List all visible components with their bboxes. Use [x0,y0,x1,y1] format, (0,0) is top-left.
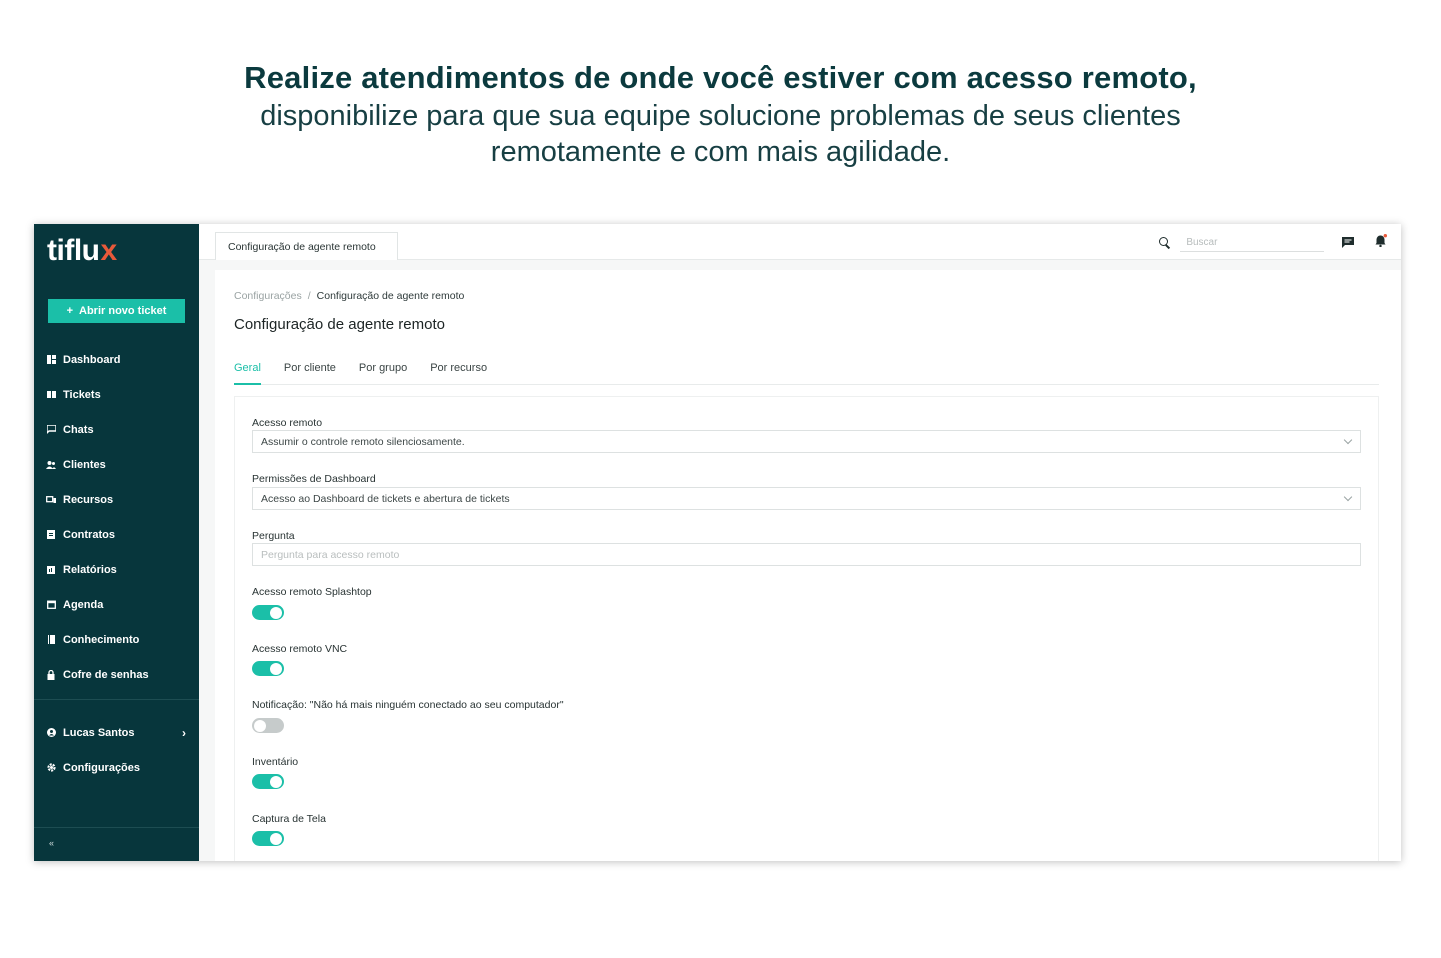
search-input[interactable] [1180,233,1324,252]
tickets-icon [46,390,56,400]
sidebar-item-label: Conhecimento [63,633,140,646]
sidebar-item-contratos[interactable]: Contratos [34,517,199,552]
toggle-knob [270,832,282,845]
sidebar-item-chats[interactable]: Chats [34,412,199,447]
notification-toggle[interactable] [252,718,284,733]
breadcrumb: Configurações / Configuração de agente rem… [234,290,464,302]
reports-icon [46,565,56,575]
headline-line-3: remotamente e com mais agilidade. [490,136,951,168]
settings-form: Acesso remoto Assumir o controle remoto … [234,396,1379,861]
sidebar-item-tickets[interactable]: Tickets [34,377,199,412]
question-label: Pergunta [252,530,295,542]
sidebar-item-label: Cofre de senhas [63,668,149,681]
dashboard-permissions-value: Acesso ao Dashboard de tickets e abertur… [261,492,510,505]
tab-geral[interactable]: Geral [234,358,261,385]
dashboard-icon [46,355,56,365]
user-icon [46,728,56,738]
vnc-toggle[interactable] [252,661,284,676]
sidebar: tiflu x + Abrir novo ticket Dashboard Tic… [34,224,199,861]
user-name: Lucas Santos [63,726,135,739]
marketing-headline: Realize atendimentos de onde você estive… [0,58,1441,170]
open-page-tab[interactable]: Configuração de agente remoto [215,232,398,260]
tab-por-cliente[interactable]: Por cliente [284,358,336,385]
app-window: tiflu x + Abrir novo ticket Dashboard Tic… [34,224,1401,861]
new-ticket-label: Abrir novo ticket [79,305,167,317]
messages-icon[interactable] [1342,235,1354,248]
chat-icon [46,425,56,435]
tiflux-logo[interactable]: tiflu x [47,234,117,268]
toggle-knob [270,606,282,619]
search-box [1159,233,1324,252]
remote-access-label: Acesso remoto [252,417,323,429]
dashboard-permissions-label: Permissões de Dashboard [252,473,376,485]
toggle-knob [270,662,282,675]
splashtop-toggle-label: Acesso remoto Splashtop [252,586,372,598]
splashtop-toggle[interactable] [252,605,284,620]
sidebar-item-user[interactable]: Lucas Santos › [34,715,199,750]
sidebar-nav: Dashboard Tickets Chats Clientes Recurso… [34,342,199,692]
breadcrumb-parent-link[interactable]: Configurações [234,290,302,302]
main-content: Configurações / Configuração de agente rem… [215,270,1401,861]
book-icon [46,635,56,645]
question-input[interactable] [252,543,1361,566]
logo-accent: x [100,234,117,267]
sidebar-item-label: Configurações [63,761,141,774]
page-title: Configuração de agente remoto [234,316,445,333]
notification-toggle-label: Notificação: "Não há mais ninguém conect… [252,699,564,711]
resources-icon [46,495,56,505]
sidebar-item-dashboard[interactable]: Dashboard [34,342,199,377]
chevron-down-icon [1343,435,1353,445]
remote-access-select[interactable]: Assumir o controle remoto silenciosament… [252,430,1361,453]
clients-icon [46,460,56,470]
sidebar-item-label: Tickets [63,388,101,401]
collapse-sidebar-icon[interactable]: « [49,838,54,848]
headline-line-2: disponibilize para que sua equipe soluci… [260,100,1181,132]
chevron-right-icon: › [182,725,186,740]
sidebar-item-configuracoes[interactable]: Configurações [34,750,199,785]
settings-tabs: Geral Por cliente Por grupo Por recurso [234,358,1379,385]
toggle-knob [254,719,266,732]
notifications-bell-icon[interactable] [1375,234,1387,248]
screen-capture-toggle-label: Captura de Tela [252,813,326,825]
sidebar-item-label: Relatórios [63,563,117,576]
headline-line-1: Realize atendimentos de onde você estive… [244,60,1197,95]
toggle-knob [270,775,282,788]
chevron-down-icon [1343,492,1353,502]
vnc-toggle-label: Acesso remoto VNC [252,643,348,655]
sidebar-item-recursos[interactable]: Recursos [34,482,199,517]
dashboard-permissions-select[interactable]: Acesso ao Dashboard de tickets e abertur… [252,487,1361,510]
tab-por-recurso[interactable]: Por recurso [430,358,487,385]
sidebar-divider [34,827,199,828]
calendar-icon [46,600,56,610]
breadcrumb-current: Configuração de agente remoto [316,290,465,302]
screen-capture-toggle[interactable] [252,831,284,846]
lock-icon [46,669,56,680]
sidebar-footer-nav: Lucas Santos › Configurações [34,715,199,785]
gear-icon [46,763,56,773]
logo-text: tiflu [47,234,100,267]
new-ticket-button[interactable]: + Abrir novo ticket [48,299,185,323]
sidebar-item-label: Agenda [63,598,104,611]
inventory-toggle[interactable] [252,774,284,789]
sidebar-divider [34,699,199,700]
sidebar-item-relatorios[interactable]: Relatórios [34,552,199,587]
remote-access-value: Assumir o controle remoto silenciosament… [261,435,465,448]
sidebar-item-label: Recursos [63,493,114,506]
plus-icon: + [66,305,74,317]
sidebar-item-label: Dashboard [63,353,121,366]
sidebar-item-conhecimento[interactable]: Conhecimento [34,622,199,657]
inventory-toggle-label: Inventário [252,756,299,768]
sidebar-item-clientes[interactable]: Clientes [34,447,199,482]
sidebar-item-label: Chats [63,423,94,436]
sidebar-item-cofre-de-senhas[interactable]: Cofre de senhas [34,657,199,692]
contracts-icon [46,530,56,540]
tab-por-grupo[interactable]: Por grupo [359,358,407,385]
search-icon[interactable] [1159,236,1170,249]
sidebar-item-label: Contratos [63,528,115,541]
sidebar-item-label: Clientes [63,458,106,471]
breadcrumb-separator: / [307,290,311,302]
sidebar-item-agenda[interactable]: Agenda [34,587,199,622]
top-bar: Configuração de agente remoto [199,224,1401,260]
